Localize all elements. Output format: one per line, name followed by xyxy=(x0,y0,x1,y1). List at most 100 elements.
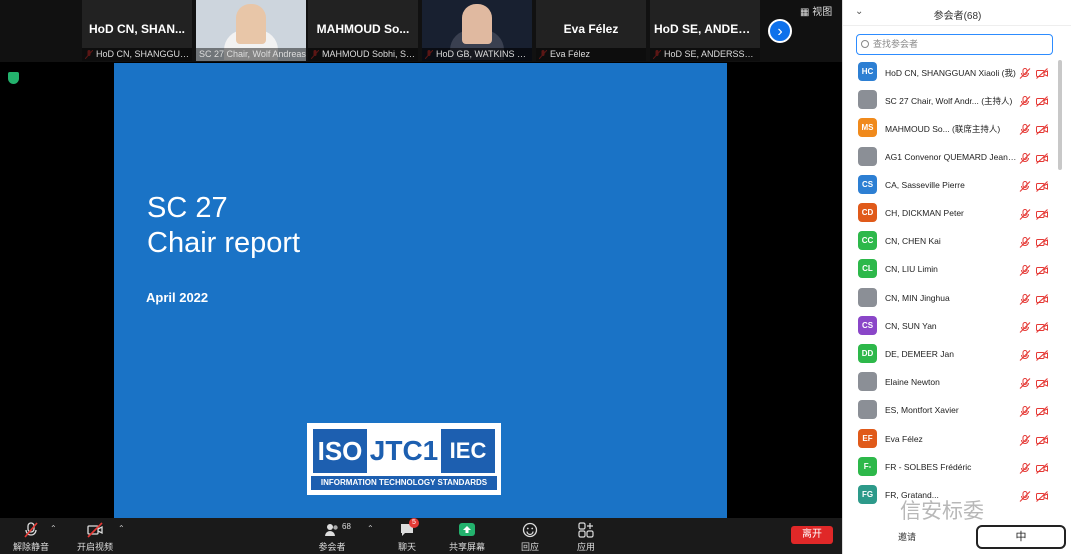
share-screen-icon xyxy=(459,522,475,538)
mic-off-icon[interactable] xyxy=(1019,461,1031,474)
mic-off-icon[interactable] xyxy=(1019,348,1031,361)
chevron-up-icon[interactable]: ⌃ xyxy=(367,524,374,533)
leave-button[interactable]: 离开 xyxy=(791,526,833,544)
participant-row[interactable]: AG1 Convenor QUEMARD Jean-... xyxy=(843,143,1063,171)
video-off-icon[interactable] xyxy=(1036,461,1048,474)
thumbnail-tile[interactable]: HoD CN, SHAN... HoD CN, SHANGGUA... xyxy=(82,0,192,61)
mic-off-icon[interactable] xyxy=(1019,292,1031,305)
meeting-area: HoD CN, SHAN... HoD CN, SHANGGUA... SC 2… xyxy=(0,0,842,554)
thumbnail-name: HoD CN, SHAN... xyxy=(89,22,185,36)
video-off-icon[interactable] xyxy=(1036,320,1048,333)
mic-off-icon[interactable] xyxy=(1019,376,1031,390)
participant-row[interactable]: SC 27 Chair, Wolf Andr... (主持人) xyxy=(843,86,1063,114)
avatar: FG xyxy=(858,485,877,504)
video-off-icon[interactable] xyxy=(1036,404,1048,418)
mic-off-icon[interactable] xyxy=(1019,66,1031,79)
security-shield-icon[interactable] xyxy=(8,72,19,84)
mic-off-icon[interactable] xyxy=(1019,122,1031,136)
thumbnail-caption: Eva Félez xyxy=(536,48,646,61)
chevron-right-icon[interactable]: › xyxy=(768,19,792,43)
video-off-icon[interactable] xyxy=(1036,348,1048,361)
participant-row[interactable]: CC CN, CHEN Kai xyxy=(843,227,1063,255)
avatar: CC xyxy=(858,231,877,251)
chevron-up-icon[interactable]: ⌃ xyxy=(50,524,57,533)
start-video-button[interactable]: 开启视频 xyxy=(65,520,125,554)
avatar: F- xyxy=(858,456,877,476)
thumbnail-tile[interactable]: MAHMOUD So... MAHMOUD Sobhi, SC ... xyxy=(308,0,418,61)
mic-off-icon[interactable] xyxy=(1019,489,1031,502)
video-off-icon[interactable] xyxy=(1036,207,1048,220)
mic-off-icon[interactable] xyxy=(1019,263,1031,277)
mic-off-icon[interactable] xyxy=(1019,235,1031,249)
emoji-icon xyxy=(522,522,538,538)
video-off-icon[interactable] xyxy=(1036,376,1048,390)
participant-row[interactable]: CS CA, Sasseville Pierre xyxy=(843,171,1063,199)
logo-tagline: INFORMATION TECHNOLOGY STANDARDS xyxy=(311,476,497,490)
participants-icon: 68 xyxy=(324,522,351,538)
panel-title: 参会者(68) xyxy=(933,11,982,22)
zoom-meeting-window: HoD CN, SHAN... HoD CN, SHANGGUA... SC 2… xyxy=(0,0,1071,554)
thumbnail-tile[interactable]: HoD SE, ANDER... HoD SE, ANDERSSON ... xyxy=(650,0,760,61)
participant-row[interactable]: MS MAHMOUD So... (联席主持人) xyxy=(843,114,1063,142)
mic-off-icon[interactable] xyxy=(1019,207,1031,220)
video-off-icon[interactable] xyxy=(1036,263,1048,277)
search-participants-input[interactable]: 查找参会者 xyxy=(856,34,1053,55)
mic-off-icon[interactable] xyxy=(1019,404,1031,418)
mic-off-icon[interactable] xyxy=(1019,94,1031,108)
thumbnail-tile[interactable]: Eva Félez Eva Félez xyxy=(536,0,646,61)
video-off-icon[interactable] xyxy=(1036,292,1048,305)
meeting-toolbar: 解除静音 ⌃ 开启视频 ⌃ 68 参会者 ⌃ 5 聊天 共享屏幕 回应 应用 xyxy=(0,518,842,554)
participant-row[interactable]: ES, Montfort Xavier xyxy=(843,396,1063,424)
video-off-icon[interactable] xyxy=(1036,151,1048,164)
participant-row[interactable]: EF Eva Félez xyxy=(843,425,1063,453)
participant-row[interactable]: HC HoD CN, SHANGGUAN Xiaoli (我) xyxy=(843,58,1063,86)
mic-off-icon[interactable] xyxy=(1019,320,1031,333)
video-off-icon[interactable] xyxy=(1036,179,1048,192)
view-button[interactable]: ▦ 视图 xyxy=(800,3,832,18)
participant-row[interactable]: CS CN, SUN Yan xyxy=(843,312,1063,340)
participant-row[interactable]: CN, MIN Jinghua xyxy=(843,284,1063,312)
participants-button[interactable]: 68 参会者 xyxy=(302,520,362,554)
mic-off-icon[interactable] xyxy=(1019,433,1031,446)
logo-iso: ISO xyxy=(313,429,367,473)
reactions-button[interactable]: 回应 xyxy=(500,520,560,554)
invite-button[interactable]: 邀请 xyxy=(898,530,916,543)
participant-row[interactable]: F- FR - SOLBES Frédéric xyxy=(843,453,1063,481)
participant-name: AG1 Convenor QUEMARD Jean-... xyxy=(885,151,1017,162)
chat-button[interactable]: 5 聊天 xyxy=(377,518,437,554)
thumbnail-name: MAHMOUD So... xyxy=(316,22,410,36)
thumbnail-caption: HoD CN, SHANGGUA... xyxy=(82,48,192,61)
video-off-icon[interactable] xyxy=(1036,489,1048,502)
slide-title-line2: Chair report xyxy=(147,227,301,259)
video-off-icon[interactable] xyxy=(1036,122,1048,136)
video-off-icon[interactable] xyxy=(1036,433,1048,446)
participant-name: DE, DEMEER Jan xyxy=(885,349,954,359)
participant-name: MAHMOUD So... (联席主持人) xyxy=(885,124,1001,135)
participant-row[interactable]: CL CN, LIU Limin xyxy=(843,255,1063,283)
iso-jtc1-iec-logo: ISO JTC1 IEC INFORMATION TECHNOLOGY STAN… xyxy=(307,423,501,495)
scrollbar[interactable] xyxy=(1058,60,1062,170)
participant-row[interactable]: CD CH, DICKMAN Peter xyxy=(843,199,1063,227)
mic-off-icon[interactable] xyxy=(1019,151,1031,164)
thumbnail-caption: SC 27 Chair, Wolf Andreas xyxy=(196,48,306,61)
thumbnail-tile[interactable]: SC 27 Chair, Wolf Andreas xyxy=(196,0,306,61)
unmute-label: 解除静音 xyxy=(12,542,49,552)
apps-button[interactable]: 应用 xyxy=(556,520,616,554)
participants-label: 参会者 xyxy=(318,542,346,552)
reactions-label: 回应 xyxy=(520,542,539,552)
participant-row[interactable]: Elaine Newton xyxy=(843,368,1063,396)
slide-title-line1: SC 27 xyxy=(147,192,228,224)
video-off-icon[interactable] xyxy=(1036,94,1048,108)
video-off-icon[interactable] xyxy=(1036,66,1048,79)
participants-count: 68 xyxy=(342,522,351,531)
chevron-up-icon[interactable]: ⌃ xyxy=(118,524,125,533)
share-screen-button[interactable]: 共享屏幕 xyxy=(437,520,497,554)
avatar: CS xyxy=(858,315,877,335)
thumbnail-tile[interactable]: HoD GB, WATKINS Ste... xyxy=(422,0,532,61)
avatar xyxy=(858,287,877,307)
mic-off-icon xyxy=(24,522,38,538)
logo-jtc1: JTC1 xyxy=(369,435,439,466)
mic-off-icon[interactable] xyxy=(1019,179,1031,192)
video-off-icon[interactable] xyxy=(1036,235,1048,249)
participant-row[interactable]: DD DE, DEMEER Jan xyxy=(843,340,1063,368)
